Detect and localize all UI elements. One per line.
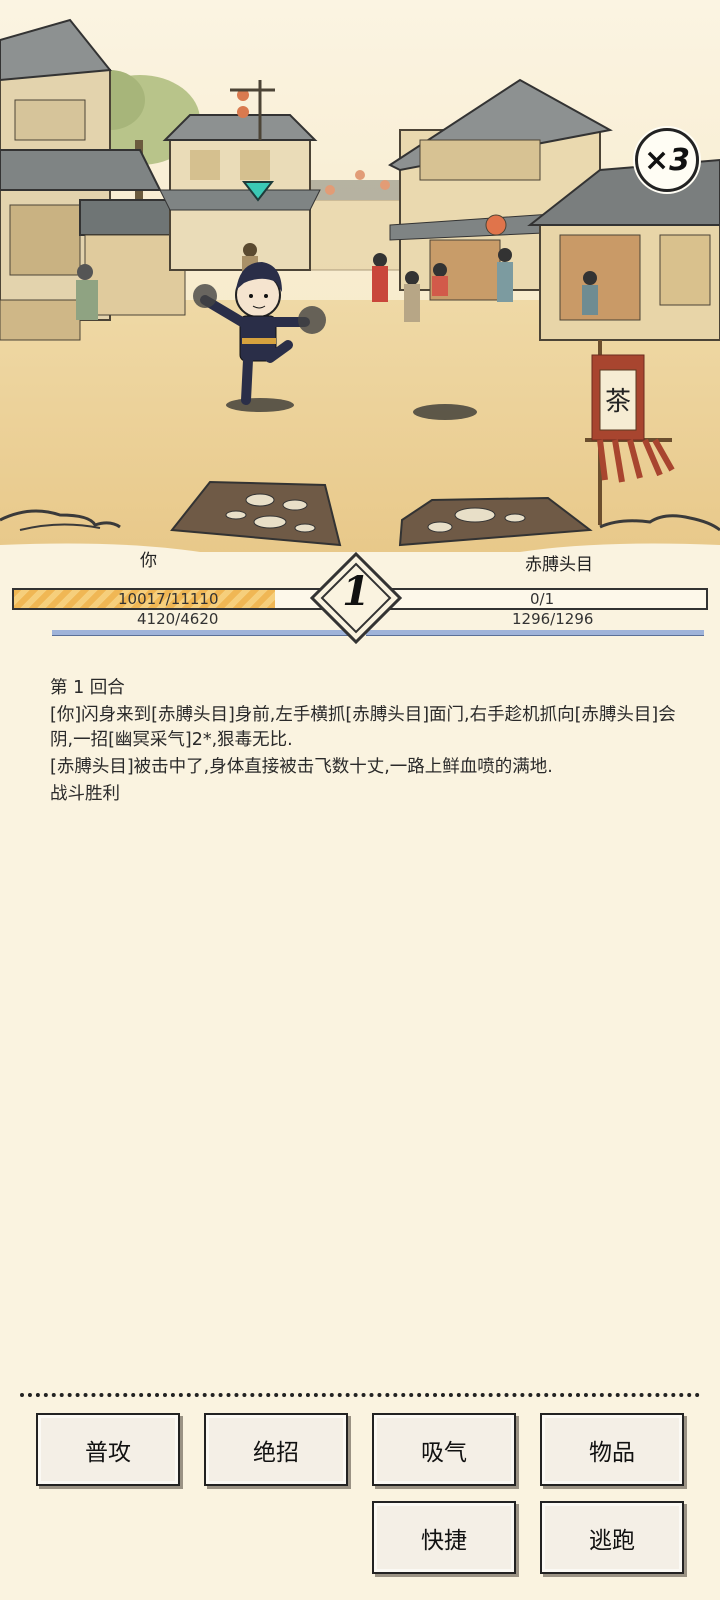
battle-scene: 茶 ×3 xyxy=(0,0,720,560)
round-number: 1 xyxy=(342,568,370,615)
player-mp-text: 4120/4620 xyxy=(137,610,219,628)
flee-button[interactable]: 逃跑 xyxy=(540,1501,684,1574)
enemy-hp-bar: 0/1 xyxy=(380,588,708,610)
player-hp-text: 10017/11110 xyxy=(118,590,219,608)
player-hp-bar: 10017/11110 xyxy=(12,588,352,610)
enemy-mp-bar xyxy=(366,630,704,636)
log-round-header: 第 1 回合 xyxy=(50,678,125,698)
quick-button[interactable]: 快捷 xyxy=(372,1501,516,1574)
enemy-hp-text: 0/1 xyxy=(530,590,555,608)
tea-flag-text: 茶 xyxy=(605,387,631,417)
enemy-name: 赤膊头目 xyxy=(525,555,593,575)
ultimate-skill-button[interactable]: 绝招 xyxy=(204,1413,348,1486)
log-entry: [赤膊头目]被击中了,身体直接被击飞数十丈,一路上鲜血喷的满地. xyxy=(50,757,553,777)
divider xyxy=(20,1393,700,1397)
battle-log: 第 1 回合 [你]闪身来到[赤膊头目]身前,左手横抓[赤膊头目]面门,右手趁机… xyxy=(50,676,680,809)
enemy-mp-text: 1296/1296 xyxy=(512,610,594,628)
log-entry: [你]闪身来到[赤膊头目]身前,左手横抓[赤膊头目]面门,右手趁机抓向[赤膊头目… xyxy=(50,705,676,750)
player-name: 你 xyxy=(140,551,157,571)
speed-toggle-button[interactable]: ×3 xyxy=(635,128,699,192)
breathe-button[interactable]: 吸气 xyxy=(372,1413,516,1486)
log-result: 战斗胜利 xyxy=(50,784,120,804)
items-button[interactable]: 物品 xyxy=(540,1413,684,1486)
attack-button[interactable]: 普攻 xyxy=(36,1413,180,1486)
